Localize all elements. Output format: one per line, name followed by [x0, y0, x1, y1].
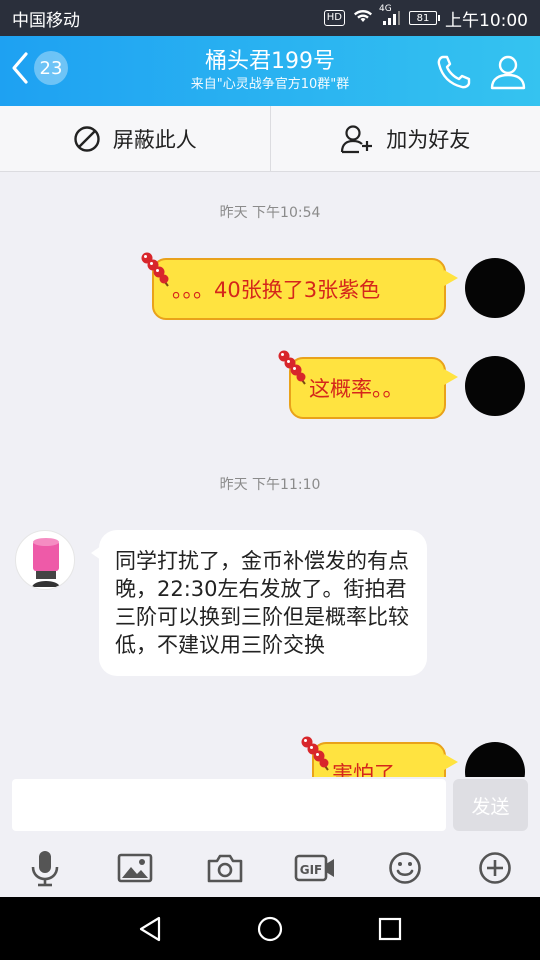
page-subtitle: 来自"心灵战争官方10群"群: [190, 77, 350, 92]
input-toolbar: GIF: [0, 839, 540, 897]
message-input[interactable]: [12, 779, 446, 831]
message-bubble[interactable]: 同学打扰了，金币补偿发的有点晚，22:30左右发放了。街拍君三阶可以换到三阶但是…: [91, 530, 427, 676]
image-icon: [117, 853, 153, 883]
triangle-back-icon: [139, 916, 161, 941]
carrier-name: 中国移动: [12, 10, 80, 31]
my-avatar[interactable]: [465, 742, 525, 777]
signal-icon: 4G: [379, 4, 401, 26]
candy-decoration-icon: [301, 736, 329, 771]
add-person-icon: [341, 124, 373, 153]
back-button[interactable]: 23: [8, 50, 68, 86]
chevron-left-icon: [12, 52, 28, 84]
more-button[interactable]: [473, 846, 517, 890]
block-icon: [74, 125, 100, 152]
send-button[interactable]: 发送: [453, 779, 528, 831]
profile-button[interactable]: [488, 52, 528, 92]
action-bar: 屏蔽此人 加为好友: [0, 106, 540, 172]
message-text: 害怕了: [332, 762, 395, 777]
plus-icon: [479, 852, 511, 884]
gif-icon: GIF: [294, 854, 334, 882]
system-nav-bar: [0, 897, 540, 960]
candy-decoration-icon: [141, 252, 169, 287]
status-icons: HD 4G 81 上午10:00: [323, 4, 528, 31]
message-bubble[interactable]: 这概率。。: [289, 357, 458, 419]
message-text: 这概率。。: [309, 377, 404, 401]
unread-badge: 23: [34, 51, 68, 85]
page-title: 桶头君199号: [205, 49, 335, 74]
my-avatar[interactable]: [465, 356, 525, 416]
battery-icon: 81: [409, 11, 440, 25]
phone-icon: [437, 55, 471, 89]
emoji-button[interactable]: [383, 846, 427, 890]
gif-button[interactable]: GIF: [293, 846, 337, 890]
battery-level: 81: [416, 12, 430, 24]
input-bar: 发送: [0, 777, 540, 839]
wifi-icon: [353, 8, 373, 29]
clock: 上午10:00: [445, 10, 528, 31]
person-icon: [490, 55, 526, 90]
camera-icon: [207, 854, 243, 883]
square-recents-icon: [378, 917, 402, 940]
pink-cup-avatar-icon: [32, 538, 60, 587]
camera-button[interactable]: [203, 846, 247, 890]
nav-home-button[interactable]: [250, 909, 290, 949]
message-text: 。。。40张换了3张紫色: [172, 278, 381, 302]
status-bar: 中国移动 HD 4G 81 上午10:00: [0, 0, 540, 36]
title-block: 桶头君199号 来自"心灵战争官方10群"群: [120, 48, 420, 94]
hd-icon: HD: [323, 10, 345, 26]
add-friend-label: 加为好友: [386, 127, 471, 152]
call-button[interactable]: [434, 52, 474, 92]
network-type: 4G: [379, 4, 392, 14]
message-text: 同学打扰了，金币补偿发的有点晚，22:30左右发放了。街拍君三阶可以换到三阶但是…: [115, 549, 409, 657]
emoji-icon: [389, 852, 421, 884]
my-avatar[interactable]: [465, 258, 525, 318]
candy-decoration-icon: [278, 350, 306, 385]
timestamp: 昨天 下午10:54: [219, 205, 321, 221]
nav-recents-button[interactable]: [370, 909, 410, 949]
title-bar: 23 桶头君199号 来自"心灵战争官方10群"群: [0, 36, 540, 106]
nav-back-button[interactable]: [130, 909, 170, 949]
add-friend-button[interactable]: 加为好友: [269, 106, 540, 171]
voice-button[interactable]: [23, 846, 67, 890]
sender-avatar[interactable]: [15, 530, 75, 590]
message-bubble[interactable]: 害怕了: [312, 742, 458, 777]
message-bubble[interactable]: 。。。40张换了3张紫色: [152, 258, 458, 320]
photo-button[interactable]: [113, 846, 157, 890]
microphone-icon: [31, 851, 59, 887]
chat-area[interactable]: 昨天 下午10:54 。。。40张换了3张紫色 这概率。。 昨天 下午11:10…: [0, 172, 540, 777]
svg-text:GIF: GIF: [300, 863, 323, 877]
circle-home-icon: [257, 916, 283, 941]
block-user-label: 屏蔽此人: [112, 127, 197, 152]
timestamp: 昨天 下午11:10: [219, 477, 321, 493]
block-user-button[interactable]: 屏蔽此人: [0, 106, 270, 171]
